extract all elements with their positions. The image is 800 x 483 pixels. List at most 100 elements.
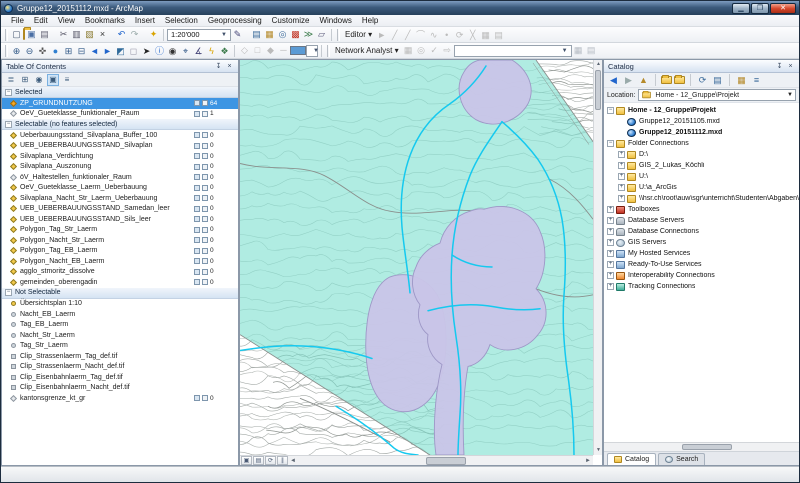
identify-icon[interactable]: ⓘ bbox=[153, 44, 166, 57]
model-builder-icon[interactable]: ▱ bbox=[315, 28, 328, 41]
snap-end-icon[interactable]: □ bbox=[251, 44, 264, 57]
toc-layer-row[interactable]: kantonsgrenze_kt_gr0 bbox=[2, 393, 238, 404]
expander-icon[interactable]: + bbox=[618, 184, 625, 191]
selection-clear-icon[interactable] bbox=[202, 153, 208, 159]
refresh-icon[interactable]: ⟳ bbox=[696, 74, 709, 87]
expander-icon[interactable]: + bbox=[607, 239, 614, 246]
catalog-tree-row[interactable]: +Ready-To-Use Services bbox=[604, 259, 799, 270]
data-view-button[interactable]: ▣ bbox=[241, 456, 252, 465]
map-canvas[interactable] bbox=[240, 60, 593, 455]
selection-toggle-icon[interactable] bbox=[194, 227, 200, 233]
catalog-window-icon[interactable]: ▦ bbox=[263, 28, 276, 41]
layout-view-button[interactable]: ▤ bbox=[253, 456, 264, 465]
toc-group-header[interactable]: −Selected bbox=[2, 87, 238, 98]
map-scale-combo[interactable]: 1:20'000 ▼ bbox=[167, 29, 231, 41]
catalog-tree-row[interactable]: Gruppe12_20151112.mxd bbox=[604, 127, 799, 138]
selection-clear-icon[interactable] bbox=[202, 111, 208, 117]
toc-layer-row[interactable]: Clip_Strassenlaerm_Tag_def.tif bbox=[2, 351, 238, 362]
toc-layer-row[interactable]: Polygon_Tag_EB_Laerm0 bbox=[2, 246, 238, 257]
clear-selection-icon[interactable]: ◻ bbox=[127, 45, 140, 58]
selection-toggle-icon[interactable] bbox=[194, 206, 200, 212]
launch-arccatalog-icon[interactable]: ▦ bbox=[735, 74, 748, 87]
toc-layer-row[interactable]: Polygon_Nacht_EB_Laerm0 bbox=[2, 256, 238, 267]
selection-clear-icon[interactable] bbox=[202, 227, 208, 233]
select-features-icon[interactable]: ◩ bbox=[114, 45, 127, 58]
catalog-horizontal-scrollbar[interactable] bbox=[604, 442, 799, 451]
straight-segment-icon[interactable]: ╱ bbox=[401, 29, 414, 42]
location-combo[interactable]: Home - 12_Gruppe\Projekt ▼ bbox=[638, 89, 796, 101]
collapse-icon[interactable]: − bbox=[5, 121, 12, 128]
connect-folder-icon[interactable] bbox=[661, 76, 672, 84]
menu-item-help[interactable]: Help bbox=[357, 16, 383, 25]
selection-clear-icon[interactable] bbox=[202, 258, 208, 264]
selection-toggle-icon[interactable] bbox=[194, 195, 200, 201]
catalog-tree-row[interactable]: +\\hsr.ch\root\auw\sgr\unterricht\Studen… bbox=[604, 193, 799, 204]
menu-item-view[interactable]: View bbox=[53, 16, 80, 25]
select-elements-icon[interactable]: ➤ bbox=[140, 45, 153, 58]
catalog-tree-row[interactable]: +Database Connections bbox=[604, 226, 799, 237]
selection-clear-icon[interactable] bbox=[202, 132, 208, 138]
toc-layer-row[interactable]: Ueberbauungsstand_Silvaplana_Buffer_1000 bbox=[2, 130, 238, 141]
symbol-color-swatch[interactable] bbox=[290, 46, 306, 55]
list-by-selection-icon[interactable]: ▣ bbox=[47, 74, 59, 86]
selection-toggle-icon[interactable] bbox=[194, 132, 200, 138]
catalog-tree-row[interactable]: +U:\ bbox=[604, 171, 799, 182]
expander-icon[interactable]: + bbox=[607, 261, 614, 268]
pin-icon[interactable]: ↧ bbox=[214, 62, 223, 71]
undo-icon[interactable]: ↶ bbox=[115, 28, 128, 41]
network-properties-icon[interactable]: ▦ bbox=[572, 44, 585, 57]
selection-clear-icon[interactable] bbox=[202, 100, 208, 106]
expander-icon[interactable]: + bbox=[607, 250, 614, 257]
toc-layer-row[interactable]: Clip_Strassenlaerm_Nacht_def.tif bbox=[2, 362, 238, 373]
toc-layer-row[interactable]: Übersichtsplan 1:10 bbox=[2, 299, 238, 310]
toc-layer-row[interactable]: Polygon_Tag_Str_Laerm0 bbox=[2, 225, 238, 236]
find-icon[interactable]: ◉ bbox=[166, 45, 179, 58]
catalog-tree-row[interactable]: +U:\a_ArcGis bbox=[604, 182, 799, 193]
tab-catalog[interactable]: Catalog bbox=[607, 453, 656, 465]
menu-item-edit[interactable]: Edit bbox=[29, 16, 53, 25]
hyperlink-icon[interactable]: ϟ bbox=[205, 44, 218, 57]
map-vertical-scrollbar[interactable]: ▲ ▼ bbox=[593, 60, 602, 455]
catalog-tree-row[interactable]: +GIS Servers bbox=[604, 237, 799, 248]
toc-window-icon[interactable]: ▤ bbox=[250, 28, 263, 41]
selection-toggle-icon[interactable] bbox=[194, 174, 200, 180]
catalog-tree-row[interactable]: +My Hosted Services bbox=[604, 248, 799, 259]
menu-item-geoprocessing[interactable]: Geoprocessing bbox=[203, 16, 267, 25]
close-button[interactable]: ✕ bbox=[770, 3, 796, 14]
toc-group-header[interactable]: −Selectable (no features selected) bbox=[2, 119, 238, 130]
toolbar-grip[interactable] bbox=[5, 29, 8, 41]
vertical-scroll-thumb[interactable] bbox=[595, 70, 601, 110]
catalog-tree-row[interactable]: −Home - 12_Gruppe\Projekt bbox=[604, 105, 799, 116]
pause-drawing-button[interactable]: ∥ bbox=[277, 456, 288, 465]
selection-clear-icon[interactable] bbox=[202, 237, 208, 243]
toc-group-header[interactable]: −Not Selectable bbox=[2, 288, 238, 299]
up-one-level-icon[interactable]: ▲ bbox=[637, 74, 650, 87]
pan-icon[interactable]: ✜ bbox=[36, 45, 49, 58]
selection-toggle-icon[interactable] bbox=[194, 237, 200, 243]
trace-icon[interactable]: ∿ bbox=[427, 29, 440, 42]
swatch-dropdown[interactable]: ▼ bbox=[306, 45, 318, 57]
selection-toggle-icon[interactable] bbox=[194, 111, 200, 117]
selection-toggle-icon[interactable] bbox=[194, 164, 200, 170]
toc-layer-row[interactable]: Clip_Eisenbahnlaerm_Tag_def.tif bbox=[2, 372, 238, 383]
redo-icon[interactable]: ↷ bbox=[128, 28, 141, 41]
close-icon[interactable]: × bbox=[225, 62, 234, 71]
toc-layer-row[interactable]: Silvaplana_Verdichtung0 bbox=[2, 151, 238, 162]
print-icon[interactable]: ▤ bbox=[38, 28, 51, 41]
close-icon[interactable]: × bbox=[786, 62, 795, 71]
snap-edge-icon[interactable]: ─ bbox=[277, 44, 290, 57]
expander-icon[interactable]: + bbox=[618, 151, 625, 158]
toc-layer-row[interactable]: agglo_stmoritz_dissolve0 bbox=[2, 267, 238, 278]
python-window-icon[interactable]: ≫ bbox=[302, 28, 315, 41]
go-to-xy-icon[interactable]: ⌖ bbox=[179, 45, 192, 58]
minimize-button[interactable]: ▁ bbox=[732, 3, 750, 14]
expander-icon[interactable]: + bbox=[618, 162, 625, 169]
save-icon[interactable]: ▣ bbox=[25, 28, 38, 41]
selection-clear-icon[interactable] bbox=[202, 185, 208, 191]
menu-item-file[interactable]: File bbox=[6, 16, 29, 25]
network-dataset-icon[interactable]: ▦ bbox=[402, 44, 415, 57]
selection-clear-icon[interactable] bbox=[202, 216, 208, 222]
menu-item-insert[interactable]: Insert bbox=[130, 16, 160, 25]
expander-icon[interactable]: + bbox=[618, 195, 625, 202]
toc-layer-row[interactable]: Silvaplana_Nacht_Str_Laerm_Ueberbauung0 bbox=[2, 193, 238, 204]
